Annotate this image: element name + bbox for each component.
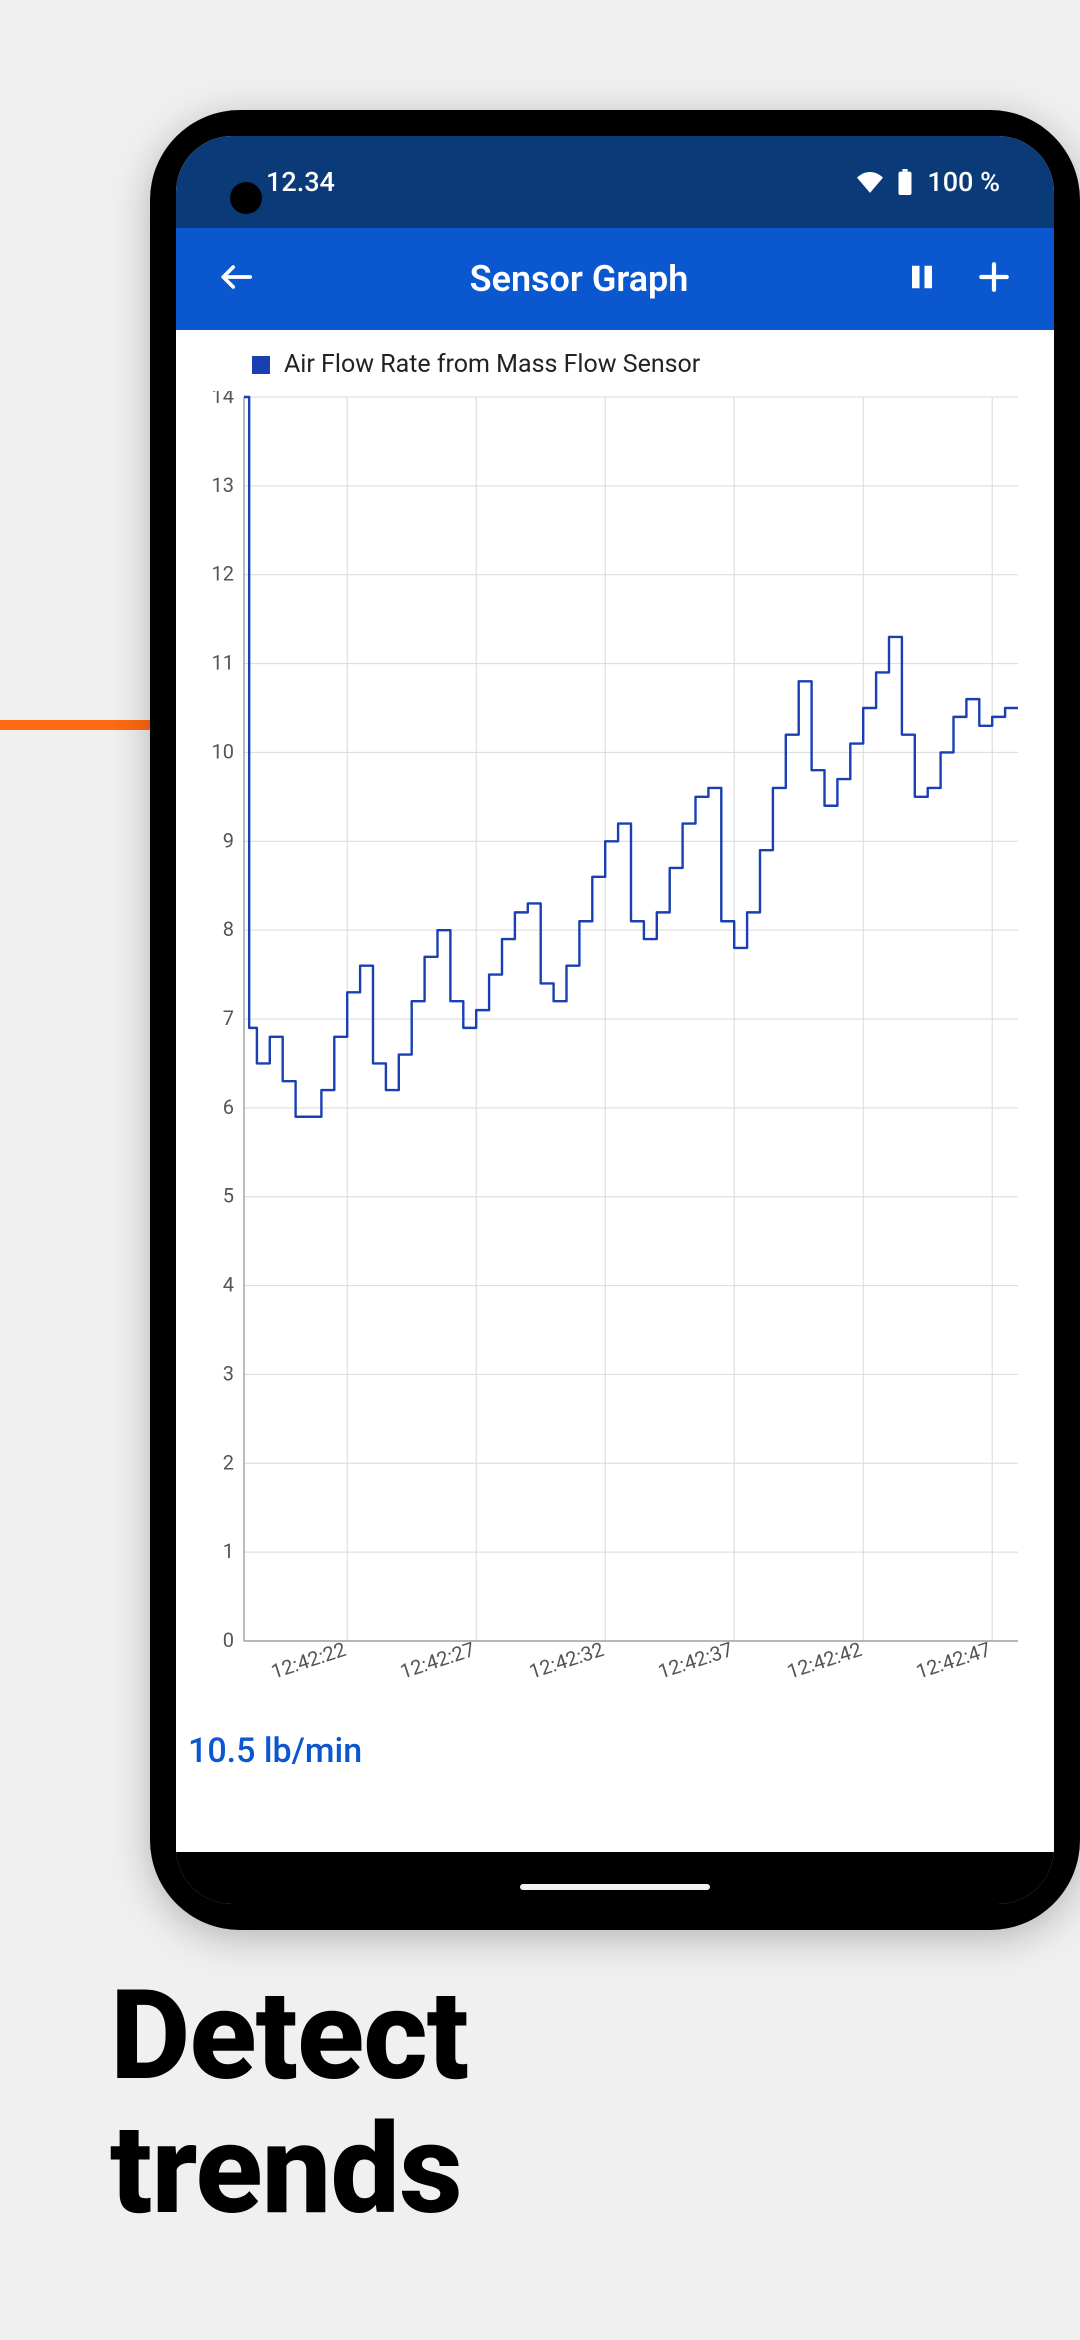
status-battery-text: 100 %	[927, 166, 1000, 198]
headline-line-1: Detect	[110, 1970, 468, 2104]
back-button[interactable]	[204, 247, 268, 311]
svg-text:12:42:42: 12:42:42	[784, 1637, 865, 1684]
svg-text:10: 10	[212, 739, 234, 763]
wifi-icon	[857, 171, 883, 193]
svg-text:12:42:37: 12:42:37	[655, 1637, 736, 1684]
line-chart: 0123456789101112131412:42:2212:42:2712:4…	[186, 391, 1026, 1721]
svg-text:0: 0	[223, 1628, 234, 1652]
add-button[interactable]	[962, 247, 1026, 311]
pause-button[interactable]	[890, 247, 954, 311]
svg-text:11: 11	[212, 651, 234, 675]
svg-text:2: 2	[223, 1450, 234, 1474]
battery-full-icon	[897, 169, 913, 195]
legend-swatch	[252, 356, 270, 374]
svg-text:12:42:27: 12:42:27	[397, 1637, 478, 1684]
svg-text:12:42:47: 12:42:47	[913, 1637, 994, 1684]
phone-screen: 12.34 100 %	[176, 136, 1054, 1904]
camera-hole	[230, 182, 262, 214]
svg-text:12: 12	[212, 562, 234, 586]
volume-button	[1074, 830, 1080, 1070]
svg-text:14: 14	[212, 391, 234, 408]
svg-text:5: 5	[223, 1184, 234, 1208]
svg-text:6: 6	[223, 1095, 234, 1119]
svg-text:12:42:32: 12:42:32	[526, 1637, 607, 1684]
marketing-headline: Detect trends	[110, 1970, 468, 2238]
svg-text:7: 7	[223, 1006, 234, 1030]
headline-line-2: trends	[110, 2104, 468, 2238]
app-bar: Sensor Graph	[176, 228, 1054, 330]
svg-text:3: 3	[223, 1361, 234, 1385]
chart-content: Air Flow Rate from Mass Flow Sensor 0123…	[176, 330, 1054, 1852]
svg-text:12:42:22: 12:42:22	[268, 1637, 349, 1684]
power-button	[1074, 580, 1080, 670]
home-indicator[interactable]	[520, 1884, 710, 1890]
android-nav-bar	[176, 1852, 1054, 1904]
app-title: Sensor Graph	[276, 258, 882, 300]
pause-icon	[907, 260, 937, 298]
status-bar: 12.34 100 %	[176, 136, 1054, 228]
svg-text:8: 8	[223, 917, 234, 941]
legend-label: Air Flow Rate from Mass Flow Sensor	[284, 350, 700, 379]
status-time: 12.34	[266, 166, 335, 198]
svg-text:9: 9	[223, 828, 234, 852]
arrow-left-icon	[219, 260, 253, 298]
svg-text:4: 4	[223, 1273, 234, 1297]
chart-legend: Air Flow Rate from Mass Flow Sensor	[186, 344, 1038, 385]
current-reading: 10.5 lb/min	[186, 1721, 1038, 1771]
phone-frame: 12.34 100 %	[150, 110, 1080, 1930]
svg-text:13: 13	[212, 473, 234, 497]
plus-icon	[977, 260, 1011, 298]
chart-area[interactable]: 0123456789101112131412:42:2212:42:2712:4…	[186, 391, 1038, 1721]
svg-text:1: 1	[223, 1539, 234, 1563]
